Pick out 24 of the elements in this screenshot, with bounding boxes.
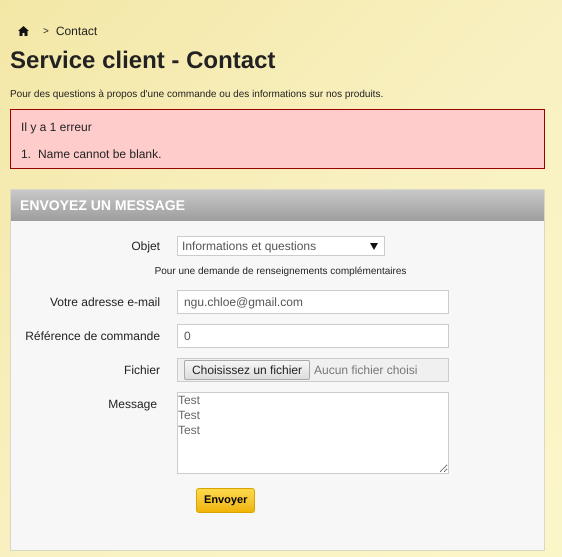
list-number: 1. [21,146,32,163]
breadcrumb-separator: > [43,24,49,38]
field-label: Votre adresse e-mail [50,295,160,309]
send-button[interactable]: Envoyer [196,488,256,513]
field-label: Message [108,397,157,411]
intro-text: Pour des questions à propos d'une commande ou des informations sur nos produits. [10,88,384,102]
text-field[interactable]: ngu.chloe@gmail.com [177,290,449,314]
file-field[interactable]: Choisissez un fichier Aucun fichier choisi [177,358,449,382]
field-label: Fichier [124,363,160,377]
error-message: Name cannot be blank. [38,146,162,163]
field-label: Référence de commande [25,329,160,343]
home-icon[interactable] [18,26,29,36]
subject-dropdown[interactable]: Informations et questions [177,236,385,256]
file-status: Aucun fichier choisi [314,362,418,379]
dropdown-arrow-icon [370,242,378,250]
message-field[interactable]: Test Test Test [177,392,449,474]
help-text: Pour une demande de renseignements complémentaires [154,266,406,277]
field-label: Objet [131,239,160,253]
breadcrumb-link[interactable]: Contact [56,22,98,40]
choose-file-button[interactable]: Choisissez un fichier [184,360,310,380]
error-heading: Il y a 1 erreur [21,119,93,136]
panel-header: ENVOYEZ UN MESSAGE [11,190,544,221]
page-title: Service client - Contact [10,46,276,76]
text-field[interactable]: 0 [177,324,449,348]
